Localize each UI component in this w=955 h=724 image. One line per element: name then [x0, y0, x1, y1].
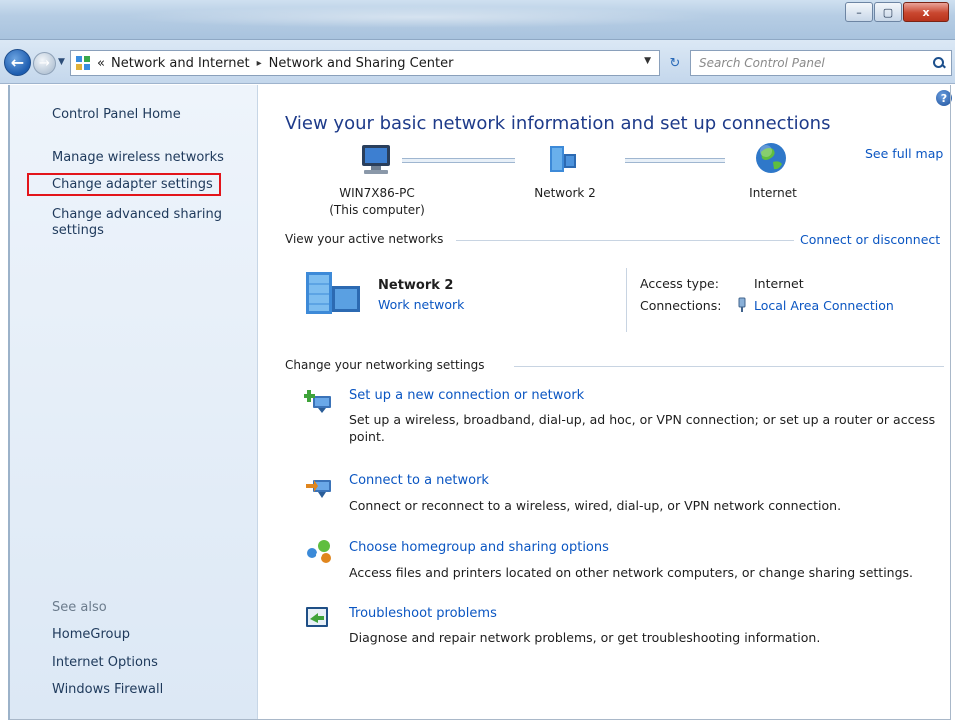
minimize-button[interactable]: – — [845, 2, 873, 22]
see-also-heading: See also — [52, 600, 107, 615]
homegroup-icon[interactable] — [304, 537, 336, 565]
new-connection-icon[interactable] — [304, 388, 336, 414]
arrow-right-icon: → — [39, 56, 50, 71]
setup-new-connection-link[interactable]: Set up a new connection or network — [349, 388, 584, 403]
arrow-left-icon: ← — [10, 53, 25, 72]
access-type-value: Internet — [754, 276, 804, 291]
refresh-icon: ↻ — [669, 55, 681, 71]
breadcrumb-separator[interactable]: ▸ — [257, 58, 262, 69]
navigation-bar: ← → ▼ « Network and Internet ▸ Network a… — [0, 40, 955, 84]
close-button[interactable]: x — [903, 2, 949, 22]
homegroup-link[interactable]: HomeGroup — [52, 626, 130, 643]
search-placeholder: Search Control Panel — [699, 56, 825, 70]
work-network-icon[interactable] — [302, 268, 366, 318]
computer-sub-label: (This computer) — [329, 203, 425, 217]
ethernet-adapter-icon — [738, 297, 746, 312]
change-advanced-sharing-link-cont[interactable]: settings — [52, 222, 104, 239]
network-icon[interactable] — [547, 142, 581, 176]
internet-globe-icon[interactable] — [753, 140, 789, 176]
page-title: View your basic network information and … — [285, 113, 831, 134]
search-icon[interactable] — [933, 57, 945, 69]
breadcrumb-network-and-sharing-center[interactable]: Network and Sharing Center — [269, 56, 454, 71]
maximize-button[interactable]: ▢ — [874, 2, 902, 22]
connect-network-icon[interactable] — [304, 474, 336, 500]
access-type-label: Access type: — [640, 276, 719, 291]
recent-pages-dropdown[interactable]: ▼ — [58, 57, 65, 67]
homegroup-sharing-desc: Access files and printers located on oth… — [349, 565, 914, 580]
windows-firewall-link[interactable]: Windows Firewall — [52, 681, 163, 698]
troubleshoot-problems-link[interactable]: Troubleshoot problems — [349, 606, 497, 621]
section-divider — [456, 240, 794, 241]
breadcrumb-overflow[interactable]: « — [97, 56, 105, 71]
network-map-label: Network 2 — [534, 186, 596, 200]
change-advanced-sharing-link[interactable]: Change advanced sharing — [52, 206, 222, 223]
forward-button[interactable]: → — [33, 52, 56, 75]
control-panel-icon — [75, 55, 91, 71]
control-panel-home-link[interactable]: Control Panel Home — [52, 106, 181, 123]
connect-to-network-desc: Connect or reconnect to a wireless, wire… — [349, 498, 842, 513]
breadcrumb-network-and-internet[interactable]: Network and Internet — [111, 56, 250, 71]
map-connector-line — [625, 158, 725, 163]
troubleshoot-problems-desc: Diagnose and repair network problems, or… — [349, 630, 821, 645]
search-input[interactable]: Search Control Panel — [690, 50, 952, 76]
address-dropdown-icon[interactable]: ▼ — [644, 56, 651, 66]
window-controls: – ▢ x — [844, 2, 949, 22]
networking-settings-heading: Change your networking settings — [285, 358, 485, 372]
homegroup-sharing-link[interactable]: Choose homegroup and sharing options — [349, 540, 609, 555]
internet-options-link[interactable]: Internet Options — [52, 654, 158, 671]
address-bar[interactable]: « Network and Internet ▸ Network and Sha… — [70, 50, 660, 76]
internet-map-label: Internet — [749, 186, 797, 200]
troubleshoot-icon[interactable] — [304, 604, 336, 630]
work-network-link[interactable]: Work network — [378, 297, 464, 312]
active-networks-heading: View your active networks — [285, 232, 444, 246]
see-full-map-link[interactable]: See full map — [865, 146, 943, 161]
highlight-box — [27, 173, 221, 196]
connect-to-network-link[interactable]: Connect to a network — [349, 473, 489, 488]
active-network-name: Network 2 — [378, 278, 454, 293]
section-divider — [514, 366, 944, 367]
back-button[interactable]: ← — [4, 49, 31, 76]
manage-wireless-networks-link[interactable]: Manage wireless networks — [52, 149, 224, 166]
connections-label: Connections: — [640, 298, 722, 313]
local-area-connection-link[interactable]: Local Area Connection — [754, 298, 894, 313]
refresh-button[interactable]: ↻ — [664, 52, 686, 74]
window-titlebar[interactable]: – ▢ x — [0, 0, 955, 40]
computer-icon[interactable] — [356, 142, 396, 178]
map-connector-line — [402, 158, 515, 163]
window-bottom-border — [10, 719, 950, 720]
network-details-divider — [626, 268, 627, 332]
computer-name-label: WIN7X86-PC — [339, 186, 415, 200]
setup-new-connection-desc: Set up a wireless, broadband, dial-up, a… — [349, 412, 936, 444]
window-right-border — [950, 85, 951, 720]
connect-or-disconnect-link[interactable]: Connect or disconnect — [800, 232, 940, 247]
